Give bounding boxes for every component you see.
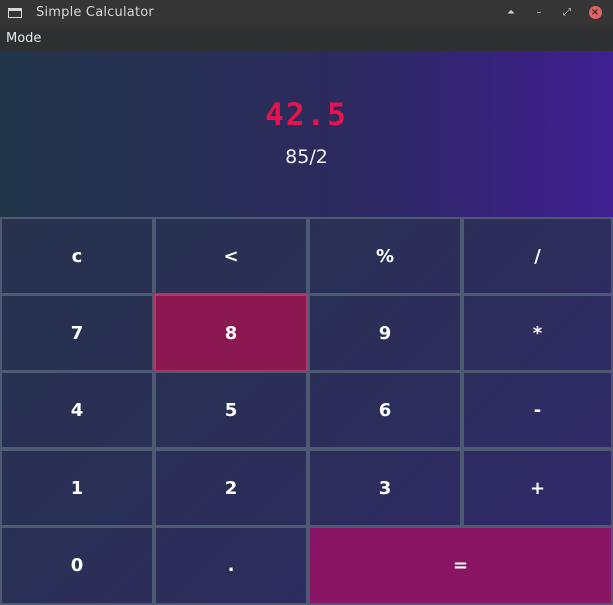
minimize-button[interactable]: – [525, 3, 553, 23]
result-value: 42.5 [265, 97, 348, 133]
multiply-button[interactable]: * [462, 294, 613, 372]
digit-7-button[interactable]: 7 [0, 294, 154, 372]
title-bar[interactable]: Simple Calculator ⏶ – ⤢ × [0, 0, 613, 25]
divide-button[interactable]: / [462, 217, 613, 295]
calculator-display: 42.5 85/2 [0, 51, 613, 217]
digit-6-button[interactable]: 6 [308, 371, 462, 449]
digit-0-button[interactable]: 0 [0, 526, 154, 605]
menu-mode[interactable]: Mode [0, 31, 47, 46]
maximize-icon: ⤢ [563, 7, 571, 18]
minimize-icon: – [536, 7, 542, 18]
maximize-button[interactable]: ⤢ [553, 3, 581, 23]
window-title: Simple Calculator [36, 5, 154, 20]
expression-text: 85/2 [285, 146, 328, 168]
close-button[interactable]: × [581, 3, 609, 23]
backspace-button[interactable]: < [154, 217, 308, 295]
digit-4-button[interactable]: 4 [0, 371, 154, 449]
shade-button[interactable]: ⏶ [497, 3, 525, 23]
digit-9-button[interactable]: 9 [308, 294, 462, 372]
add-button[interactable]: + [462, 449, 613, 527]
window-controls: ⏶ – ⤢ × [497, 3, 609, 23]
keypad: c < % / 7 8 9 * 4 5 6 - 1 2 3 + 0 . = [0, 217, 613, 605]
close-icon: × [588, 6, 602, 19]
eject-icon: ⏶ [507, 7, 515, 18]
digit-5-button[interactable]: 5 [154, 371, 308, 449]
subtract-button[interactable]: - [462, 371, 613, 449]
digit-3-button[interactable]: 3 [308, 449, 462, 527]
clear-button[interactable]: c [0, 217, 154, 295]
window-icon [8, 7, 22, 18]
equals-button[interactable]: = [308, 526, 613, 605]
calculator-window: Simple Calculator ⏶ – ⤢ × Mode 42.5 85/2… [0, 0, 613, 605]
digit-1-button[interactable]: 1 [0, 449, 154, 527]
percent-button[interactable]: % [308, 217, 462, 295]
menu-bar: Mode [0, 25, 613, 51]
digit-2-button[interactable]: 2 [154, 449, 308, 527]
decimal-button[interactable]: . [154, 526, 308, 605]
digit-8-button[interactable]: 8 [154, 294, 308, 372]
